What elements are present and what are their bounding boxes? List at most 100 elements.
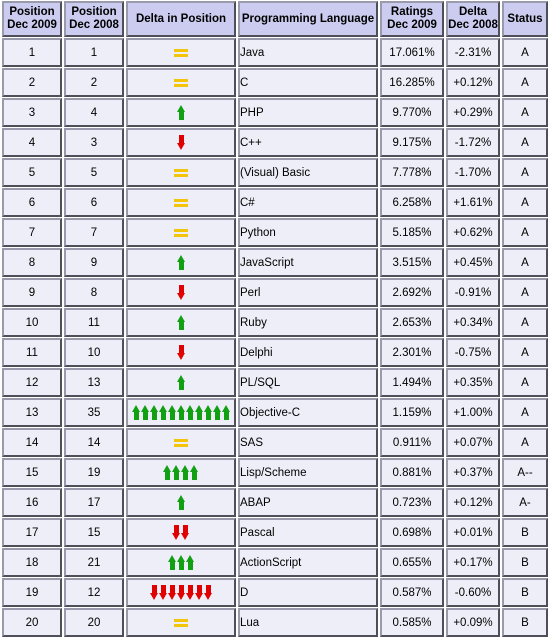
cell-programming-language[interactable]: Pascal <box>238 518 378 547</box>
cell-status: A <box>502 218 548 247</box>
arrow-up-icon <box>167 405 177 420</box>
cell-programming-language[interactable]: PHP <box>238 98 378 127</box>
table-row: 17 15 Pascal 0.698% +0.01% B <box>2 518 548 547</box>
cell-programming-language[interactable]: SAS <box>238 428 378 457</box>
cell-position-2009: 11 <box>2 338 62 367</box>
equals-icon <box>174 618 188 628</box>
cell-programming-language[interactable]: Lua <box>238 608 378 637</box>
cell-programming-language[interactable]: C# <box>238 188 378 217</box>
cell-delta-in-position <box>126 488 236 517</box>
cell-delta-in-position <box>126 128 236 157</box>
table-row: 12 13 PL/SQL 1.494% +0.35% A <box>2 368 548 397</box>
delta-icon-group <box>163 465 199 480</box>
cell-delta-in-position <box>126 248 236 277</box>
cell-position-2008: 17 <box>64 488 124 517</box>
arrow-down-icon <box>149 585 159 600</box>
cell-position-2008: 5 <box>64 158 124 187</box>
arrow-up-icon <box>176 105 186 120</box>
cell-delta-2008: +0.45% <box>446 248 500 277</box>
arrow-down-icon <box>167 585 177 600</box>
cell-programming-language[interactable]: (Visual) Basic <box>238 158 378 187</box>
cell-programming-language[interactable]: C++ <box>238 128 378 157</box>
cell-delta-in-position <box>126 338 236 367</box>
table-row: 2 2 C 16.285% +0.12% A <box>2 68 548 97</box>
cell-status: A <box>502 158 548 187</box>
cell-position-2008: 6 <box>64 188 124 217</box>
cell-programming-language[interactable]: ABAP <box>238 488 378 517</box>
table-header: Position Dec 2009 Position Dec 2008 Delta in… <box>2 1 548 37</box>
arrow-up-icon <box>140 405 150 420</box>
cell-programming-language[interactable]: Lisp/Scheme <box>238 458 378 487</box>
cell-position-2008: 8 <box>64 278 124 307</box>
table-row: 18 21 ActionScript 0.655% +0.17% B <box>2 548 548 577</box>
cell-programming-language[interactable]: Perl <box>238 278 378 307</box>
cell-programming-language[interactable]: C <box>238 68 378 97</box>
cell-delta-2008: +0.12% <box>446 488 500 517</box>
cell-programming-language[interactable]: D <box>238 578 378 607</box>
cell-position-2009: 15 <box>2 458 62 487</box>
arrow-up-icon <box>176 555 186 570</box>
arrow-up-icon <box>185 555 195 570</box>
cell-delta-in-position <box>126 428 236 457</box>
cell-delta-in-position <box>126 98 236 127</box>
cell-programming-language[interactable]: Objective-C <box>238 398 378 427</box>
cell-delta-2008: -2.31% <box>446 38 500 67</box>
delta-icon-group <box>172 525 190 540</box>
cell-position-2008: 19 <box>64 458 124 487</box>
cell-programming-language[interactable]: Ruby <box>238 308 378 337</box>
cell-position-2008: 13 <box>64 368 124 397</box>
column-header-line2: Dec 2008 <box>448 19 498 31</box>
cell-programming-language[interactable]: Python <box>238 218 378 247</box>
cell-programming-language[interactable]: Java <box>238 38 378 67</box>
arrow-down-icon <box>194 585 204 600</box>
cell-position-2009: 8 <box>2 248 62 277</box>
cell-ratings-2009: 0.587% <box>380 578 444 607</box>
table-row: 15 19 Lisp/Scheme 0.881% +0.37% A-- <box>2 458 548 487</box>
table-row: 10 11 Ruby 2.653% +0.34% A <box>2 308 548 337</box>
column-header-line1: Position <box>9 6 55 18</box>
cell-ratings-2009: 7.778% <box>380 158 444 187</box>
table-row: 7 7 Python 5.185% +0.62% A <box>2 218 548 247</box>
cell-ratings-2009: 6.258% <box>380 188 444 217</box>
cell-status: A <box>502 308 548 337</box>
cell-status: A <box>502 38 548 67</box>
arrow-up-icon <box>185 405 195 420</box>
delta-icon-group <box>174 198 188 208</box>
table-row: 20 20 Lua 0.585% +0.09% B <box>2 608 548 637</box>
cell-position-2009: 18 <box>2 548 62 577</box>
arrow-up-icon <box>176 255 186 270</box>
cell-status: B <box>502 548 548 577</box>
arrow-up-icon <box>194 405 204 420</box>
column-header-line1: Delta in Position <box>135 12 227 25</box>
column-header-line1: Delta <box>458 6 488 18</box>
delta-icon-group <box>176 285 186 300</box>
cell-programming-language[interactable]: PL/SQL <box>238 368 378 397</box>
cell-status: A <box>502 188 548 217</box>
cell-delta-in-position <box>126 518 236 547</box>
column-header-status: Status <box>502 1 548 37</box>
cell-delta-2008: -0.60% <box>446 578 500 607</box>
arrow-down-icon <box>203 585 213 600</box>
arrow-up-icon <box>176 315 186 330</box>
cell-position-2008: 4 <box>64 98 124 127</box>
equals-icon <box>174 438 188 448</box>
cell-programming-language[interactable]: JavaScript <box>238 248 378 277</box>
cell-position-2008: 20 <box>64 608 124 637</box>
column-header-line2: Dec 2008 <box>69 19 119 31</box>
table-row: 5 5 (Visual) Basic 7.778% -1.70% A <box>2 158 548 187</box>
delta-icon-group <box>176 105 186 120</box>
delta-icon-group <box>176 345 186 360</box>
cell-programming-language[interactable]: ActionScript <box>238 548 378 577</box>
table-row: 14 14 SAS 0.911% +0.07% A <box>2 428 548 457</box>
cell-delta-in-position <box>126 278 236 307</box>
cell-position-2009: 17 <box>2 518 62 547</box>
delta-icon-group <box>149 585 213 600</box>
table-row: 3 4 PHP 9.770% +0.29% A <box>2 98 548 127</box>
cell-programming-language[interactable]: Delphi <box>238 338 378 367</box>
cell-delta-in-position <box>126 68 236 97</box>
column-header-line1: Position <box>71 6 117 18</box>
cell-delta-2008: +1.00% <box>446 398 500 427</box>
cell-position-2008: 3 <box>64 128 124 157</box>
table-row: 13 35 Objective-C 1.159% +1.00% A <box>2 398 548 427</box>
cell-position-2008: 35 <box>64 398 124 427</box>
